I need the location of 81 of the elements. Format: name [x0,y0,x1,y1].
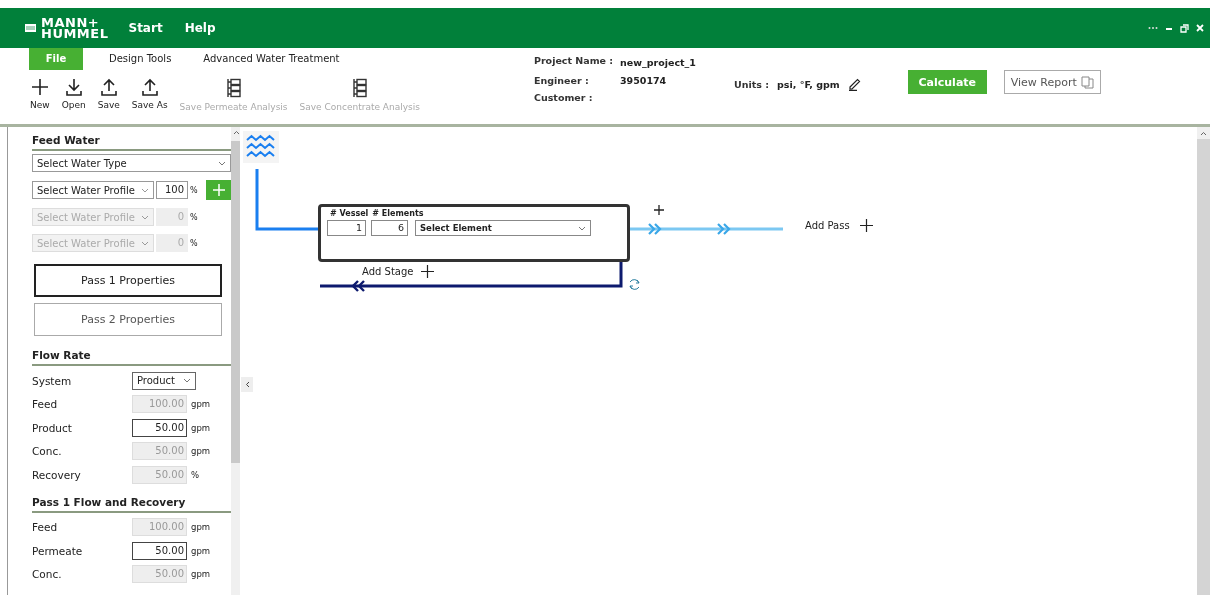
unit-label: % [190,212,199,222]
number-field[interactable]: 50.00 [132,418,187,437]
feed-pipe [255,169,318,231]
field-label: System [32,374,73,387]
field-label: Recovery [32,468,82,481]
unit-label: gpm [191,422,211,433]
unit-label: % [191,469,200,480]
plus-icon[interactable] [859,219,873,232]
chevron-down-icon [183,378,191,384]
restore-icon[interactable] [1180,23,1189,33]
field-label: Conc. [32,568,63,581]
report-icon [1080,75,1094,89]
water-waves-icon [246,134,276,160]
scrollbar-thumb[interactable] [1197,139,1210,595]
percent-field[interactable]: 100 [156,181,188,199]
unit-label: gpm [191,522,211,533]
element-dropdown[interactable]: Select Element [415,220,591,236]
field-label: Customer : [533,92,594,103]
field-label: Engineer : [533,75,590,86]
field-label: Project Name : [533,55,615,68]
toolbar-button[interactable]: New [30,78,50,112]
field-label: Conc. [32,445,63,458]
add-permeate-icon[interactable] [653,204,665,216]
ribbon-tab[interactable]: Design Tools [93,48,188,70]
ribbon-tab[interactable]: Advanced Water Treatment [187,48,356,70]
scroll-up-icon[interactable] [232,130,240,135]
units-value: psi, °F, gpm [777,78,840,90]
field-label: Permeate [32,544,84,557]
plus-icon [30,78,49,96]
field-label: Feed [32,521,59,534]
tree-list-icon [225,78,242,98]
upload-icon [140,78,159,96]
add-stage-link[interactable]: Add Stage [362,266,414,277]
close-icon[interactable] [1196,24,1204,32]
recycle-icon[interactable] [629,279,640,290]
scrollbar-thumb[interactable] [231,141,240,463]
pass-properties-button[interactable]: Pass 1 Properties [34,264,222,297]
toolbar-button[interactable]: Save As [131,78,168,112]
vessel-count-field[interactable]: 1 [327,220,366,236]
chevron-down-icon [141,214,149,220]
toolbar-button[interactable]: Save [97,78,120,112]
logo-icon [25,24,36,32]
chevron-down-icon [218,160,226,166]
menu-item[interactable]: Start [128,21,163,35]
number-field[interactable]: 50.00 [132,541,187,560]
more-icon[interactable] [1148,26,1158,30]
unit-label: gpm [191,569,211,580]
field-label: Feed [32,398,59,411]
tree-list-icon [351,78,368,98]
unit-label: % [190,238,199,248]
system-dropdown[interactable]: Product [132,371,196,390]
plus-icon [212,184,225,196]
scroll-up-icon[interactable] [1200,131,1207,136]
collapse-panel-button[interactable] [241,377,253,392]
menu-item[interactable]: Help [184,21,216,35]
field-value: new_project_1 [619,56,696,68]
unit-label: % [190,185,199,195]
pencil-icon[interactable] [847,77,862,91]
chevron-down-icon [141,240,149,246]
water-type-dropdown[interactable]: Select Water Type [32,154,231,172]
units-label: Units : [733,78,769,90]
unit-label: gpm [191,545,211,556]
download-icon [64,78,83,96]
unit-label: gpm [191,399,211,410]
field-value: 3950174 [619,75,667,86]
chevron-down-icon [578,225,586,231]
chevron-down-icon [141,187,149,193]
upload-icon [99,78,118,96]
water-profile-dropdown[interactable]: Select Water Profile [32,181,154,199]
pass-properties-button[interactable]: Pass 2 Properties [34,303,222,336]
vessel-label: # Vessel [330,209,369,218]
element-count-field[interactable]: 6 [371,220,408,236]
brand-logo: MANN+ HUMMEL [41,17,109,39]
unit-label: gpm [191,446,211,457]
field-label: Product [32,421,73,434]
toolbar-button[interactable]: Open [61,78,86,112]
plus-icon[interactable] [421,265,435,278]
add-pass-link[interactable]: Add Pass [805,220,850,231]
chevron-left-icon [244,381,250,388]
view-report-button[interactable]: View Report [1003,70,1101,94]
elements-label: # Elements [372,209,424,218]
